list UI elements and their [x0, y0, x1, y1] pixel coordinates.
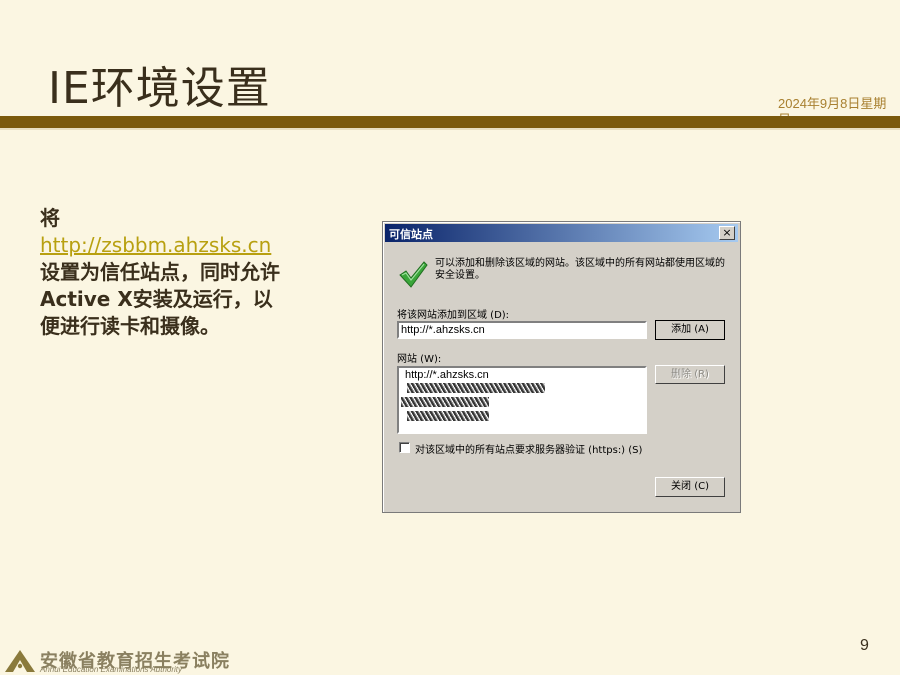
- close-icon[interactable]: ×: [719, 226, 735, 240]
- add-site-label: 将该网站添加到区域 (D):: [397, 310, 510, 321]
- redaction-scribble: [407, 411, 489, 421]
- title-divider: [0, 116, 900, 128]
- list-item[interactable]: [399, 395, 645, 409]
- instruction-prefix: 将: [40, 206, 60, 230]
- logo-english-name: Anhui Education Examinations Authority: [40, 665, 183, 674]
- list-item[interactable]: [399, 381, 645, 395]
- list-item[interactable]: http://*.ahzsks.cn: [399, 369, 645, 381]
- checkmark-icon: [399, 261, 428, 288]
- add-button[interactable]: 添加 (A): [655, 320, 725, 340]
- slide: IE环境设置 2024年9月8日星期日 将 http://zsbbm.ahzsk…: [0, 0, 900, 675]
- dialog-titlebar[interactable]: 可信站点 ×: [385, 224, 738, 242]
- close-button[interactable]: 关闭 (C): [655, 477, 725, 497]
- sites-label: 网站 (W):: [397, 354, 442, 365]
- trusted-site-link[interactable]: http://zsbbm.ahzsks.cn: [40, 233, 271, 257]
- instruction-text: 将 http://zsbbm.ahzsks.cn 设置为信任站点，同时允许Acti…: [40, 205, 290, 340]
- instruction-rest: 设置为信任站点，同时允许Active X安装及运行，以便进行读卡和摄像。: [40, 260, 280, 338]
- slide-date: 2024年9月8日星期日: [778, 96, 887, 116]
- dialog-description: 可以添加和删除该区域的网站。该区域中的所有网站都使用区域的安全设置。: [435, 258, 725, 281]
- redaction-scribble: [407, 383, 545, 393]
- slide-title: IE环境设置: [48, 63, 271, 114]
- divider-shadow: [0, 128, 900, 130]
- remove-button[interactable]: 删除 (R): [655, 365, 725, 384]
- https-checkbox-label: 对该区域中的所有站点要求服务器验证 (https:) (S): [415, 445, 643, 456]
- redaction-scribble: [401, 397, 489, 407]
- https-checkbox[interactable]: [399, 442, 410, 453]
- sites-listbox[interactable]: http://*.ahzsks.cn: [397, 366, 647, 434]
- trusted-sites-dialog: 可信站点 × 可以添加和删除该区域的网站。该区域中的所有网站都使用区域的安全设置…: [382, 221, 741, 513]
- authority-logo: 安徽省教育招生考试院 Anhui Education Examinations …: [4, 645, 244, 675]
- page-number: 9: [860, 637, 869, 654]
- mountain-logo-icon: [5, 650, 35, 672]
- dialog-title: 可信站点: [389, 228, 433, 241]
- add-site-input[interactable]: http://*.ahzsks.cn: [397, 321, 647, 339]
- list-item[interactable]: [399, 409, 645, 423]
